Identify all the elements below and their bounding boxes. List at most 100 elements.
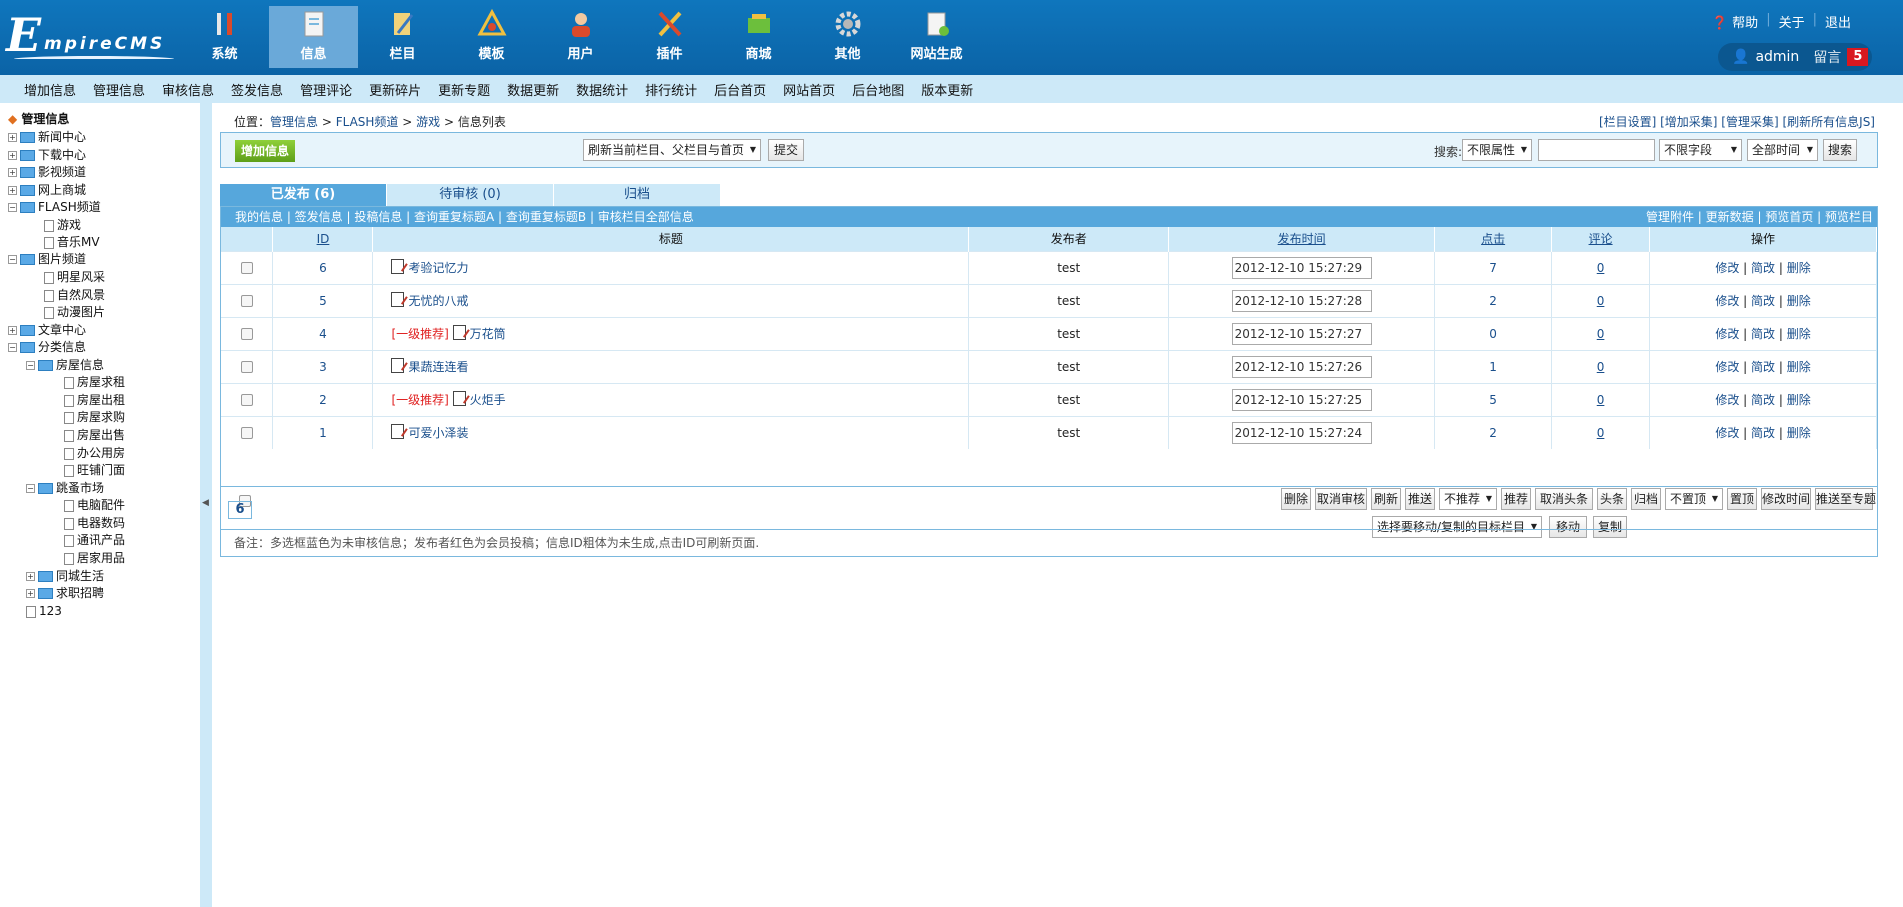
expand-icon[interactable]: + [8, 168, 17, 177]
search-button[interactable]: 搜索 [1823, 139, 1857, 161]
expand-icon[interactable]: + [8, 151, 17, 160]
nav-other[interactable]: 其他 [803, 6, 892, 68]
batch-action-7[interactable]: 头条 [1597, 488, 1627, 510]
row-comments[interactable]: 0 [1597, 360, 1605, 374]
nav-plugin[interactable]: 插件 [625, 6, 714, 68]
row-comments[interactable]: 0 [1597, 426, 1605, 440]
row-checkbox[interactable] [240, 295, 253, 307]
subnav-manage-info[interactable]: 管理信息 [93, 80, 145, 99]
logout-link[interactable]: 退出 [1825, 12, 1851, 31]
row-delete[interactable]: 删除 [1787, 360, 1811, 374]
row-time[interactable]: 2012-12-10 15:27:28 [1231, 289, 1372, 312]
tree-leaf[interactable]: 电器数码 [64, 515, 125, 531]
row-edit[interactable]: 修改 [1715, 360, 1739, 374]
empirecms-logo[interactable]: E mpireCMS [6, 8, 176, 68]
batch-action-0[interactable]: 删除 [1281, 488, 1311, 510]
tree-node[interactable]: + 影视频道 [8, 164, 86, 180]
expand-icon[interactable]: + [8, 326, 17, 335]
tree-leaf[interactable]: 123 [26, 603, 62, 619]
row-delete[interactable]: 删除 [1787, 426, 1811, 440]
row-checkbox[interactable] [240, 328, 253, 340]
tree-leaf[interactable]: 明星风采 [44, 269, 105, 285]
row-edit[interactable]: 修改 [1715, 393, 1739, 407]
collapse-arrow-icon[interactable]: ◀ [202, 498, 209, 508]
row-id[interactable]: 5 [319, 294, 327, 308]
row-time[interactable]: 2012-12-10 15:27:29 [1231, 256, 1372, 279]
collapse-icon[interactable]: − [26, 484, 35, 493]
tree-leaf[interactable]: 房屋出租 [64, 392, 125, 408]
row-time[interactable]: 2012-12-10 15:27:24 [1231, 421, 1372, 444]
row-delete[interactable]: 删除 [1787, 294, 1811, 308]
breadcrumb-manage-info[interactable]: 管理信息 [270, 115, 318, 129]
about-link[interactable]: 关于 [1779, 12, 1805, 31]
row-simple-edit[interactable]: 简改 [1751, 426, 1775, 440]
subnav-update-fragments[interactable]: 更新碎片 [369, 80, 421, 99]
nav-site-generate[interactable]: 网站生成 [892, 6, 981, 68]
nav-system[interactable]: 系统 [180, 6, 269, 68]
row-edit[interactable]: 修改 [1715, 327, 1739, 341]
subnav-sign-info[interactable]: 签发信息 [231, 80, 283, 99]
subnav-review-info[interactable]: 审核信息 [162, 80, 214, 99]
row-time[interactable]: 2012-12-10 15:27:26 [1231, 355, 1372, 378]
sort-clicks[interactable]: 点击 [1481, 232, 1505, 246]
tree-leaf[interactable]: 音乐MV [44, 234, 100, 250]
batch-action-10[interactable]: 置顶 [1727, 488, 1757, 510]
row-edit[interactable]: 修改 [1715, 261, 1739, 275]
row-checkbox[interactable] [240, 427, 253, 440]
batch-action-3[interactable]: 推送 [1405, 488, 1435, 510]
collapse-icon[interactable]: − [8, 343, 17, 352]
tree-leaf[interactable]: 房屋求租 [64, 374, 125, 390]
breadcrumb-game[interactable]: 游戏 [416, 115, 440, 129]
submit-button[interactable]: 提交 [768, 139, 804, 161]
attribute-select[interactable]: 不限属性 [1462, 139, 1532, 161]
subnav-update-topics[interactable]: 更新专题 [438, 80, 490, 99]
row-simple-edit[interactable]: 简改 [1751, 294, 1775, 308]
row-delete[interactable]: 删除 [1787, 327, 1811, 341]
tree-node[interactable]: − 图片频道 [8, 251, 86, 267]
nav-template[interactable]: 模板 [447, 6, 536, 68]
tree-leaf[interactable]: 办公用房 [64, 445, 125, 461]
grid-right-links[interactable]: 管理附件 | 更新数据 | 预览首页 | 预览栏目 [1646, 207, 1873, 227]
expand-icon[interactable]: + [8, 186, 17, 195]
field-select[interactable]: 不限字段 [1659, 139, 1742, 161]
tab-pending[interactable]: 待审核 (0) [387, 184, 553, 206]
username[interactable]: admin [1755, 49, 1799, 65]
tree-node[interactable]: − 房屋信息 [26, 357, 104, 373]
batch-action-2[interactable]: 刷新 [1371, 488, 1401, 510]
collapse-icon[interactable]: − [8, 203, 17, 212]
row-time[interactable]: 2012-12-10 15:27:25 [1231, 388, 1372, 411]
row-title[interactable]: 考验记忆力 [408, 261, 468, 275]
tree-leaf[interactable]: 居家用品 [64, 550, 125, 566]
time-select[interactable]: 全部时间 [1747, 139, 1818, 161]
sort-comments[interactable]: 评论 [1589, 232, 1613, 246]
grid-left-links[interactable]: 我的信息 | 签发信息 | 投稿信息 | 查询重复标题A | 查询重复标题B |… [235, 207, 694, 227]
subnav-add-info[interactable]: 增加信息 [24, 80, 76, 99]
row-id[interactable]: 6 [319, 261, 327, 275]
collapse-icon[interactable]: − [8, 255, 17, 264]
tab-archived[interactable]: 归档 [554, 184, 720, 206]
row-title[interactable]: 果蔬连连看 [408, 360, 468, 374]
row-comments[interactable]: 0 [1597, 393, 1605, 407]
batch-action-6[interactable]: 取消头条 [1535, 488, 1593, 510]
tree-node[interactable]: + 网上商城 [8, 182, 86, 198]
nav-column[interactable]: 栏目 [358, 6, 447, 68]
row-title[interactable]: 可爱小泽装 [408, 426, 468, 440]
expand-icon[interactable]: + [26, 572, 35, 581]
subnav-rank-stats[interactable]: 排行统计 [645, 80, 697, 99]
nav-info[interactable]: 信息 [269, 6, 358, 68]
row-checkbox[interactable] [240, 262, 253, 274]
batch-action-11[interactable]: 修改时间 [1761, 488, 1811, 510]
tree-root[interactable]: ◆ 管理信息 [8, 111, 69, 127]
add-info-button[interactable]: 增加信息 [235, 140, 295, 162]
row-delete[interactable]: 删除 [1787, 261, 1811, 275]
row-delete[interactable]: 删除 [1787, 393, 1811, 407]
nav-user[interactable]: 用户 [536, 6, 625, 68]
tree-leaf[interactable]: 动漫图片 [44, 304, 105, 320]
row-time[interactable]: 2012-12-10 15:27:27 [1231, 322, 1372, 345]
column-links[interactable]: [栏目设置] [增加采集] [管理采集] [刷新所有信息JS] [1599, 113, 1875, 130]
tree-node[interactable]: + 新闻中心 [8, 129, 86, 145]
batch-action-1[interactable]: 取消审核 [1315, 488, 1367, 510]
row-id[interactable]: 3 [319, 360, 327, 374]
tree-leaf[interactable]: 旺铺门面 [64, 462, 125, 478]
sort-time[interactable]: 发布时间 [1278, 232, 1326, 246]
